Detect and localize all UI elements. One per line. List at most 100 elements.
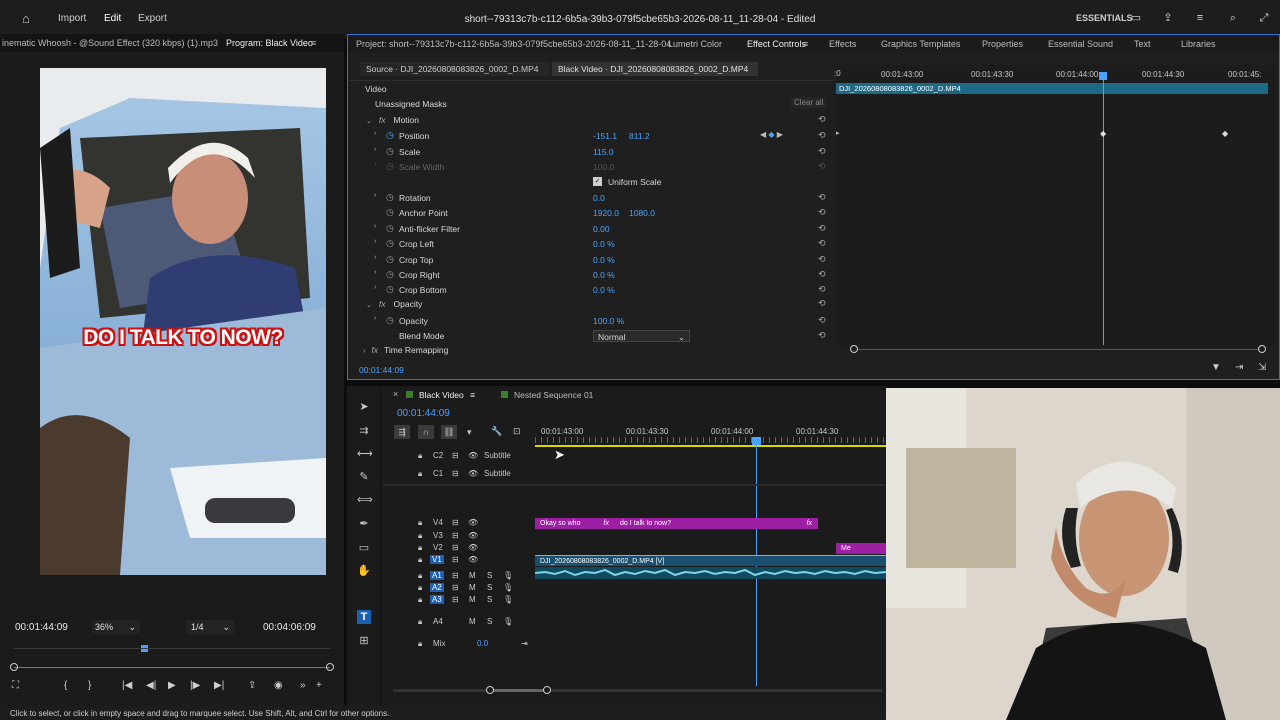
ec-clip-bar[interactable]: DJI_20260808083826_0002_D.MP4 — [836, 83, 1268, 94]
wrench-icon[interactable]: 🔧 — [491, 426, 502, 437]
clear-all-button[interactable]: Clear all — [791, 97, 827, 108]
lock-icon[interactable]: 🔒︎ — [418, 571, 422, 581]
reset-icon[interactable]: ⟲ — [818, 254, 826, 265]
stopwatch-icon[interactable]: ◷ — [386, 146, 394, 157]
captions-icon[interactable]: ⊡ — [513, 426, 521, 437]
track-v3[interactable]: 🔒︎ V3 ⊟ 👁︎ — [383, 531, 533, 543]
rectangle-tool-icon[interactable]: ▭ — [357, 541, 371, 555]
scrub-start-handle[interactable] — [10, 663, 18, 671]
blend-mode-dropdown[interactable]: Normal ⌄ — [593, 330, 690, 342]
crop-bottom-row[interactable]: › ◷ Crop Bottom 0.0 % ⟲ — [348, 283, 834, 298]
crop-top-value[interactable]: 0.0 % — [593, 255, 615, 265]
eye-icon[interactable]: 👁︎ — [468, 555, 478, 564]
lock-icon[interactable]: 🔒︎ — [418, 543, 422, 553]
track-a4[interactable]: 🔒︎ A4 M S 🎙︎ — [383, 617, 533, 629]
position-x-value[interactable]: -151.1 — [593, 131, 617, 141]
timeline-timecode[interactable]: 00:01:44:09 — [397, 408, 450, 419]
mark-in-icon[interactable]: { — [64, 680, 67, 691]
reset-icon[interactable]: ⟲ — [818, 207, 826, 218]
opacity-value[interactable]: 100.0 % — [593, 316, 624, 326]
track-c2[interactable]: 🔒︎ C2 ⊟ 👁︎ Subtitle — [383, 451, 533, 463]
eye-icon[interactable]: 👁︎ — [468, 531, 478, 540]
motion-reset-icon[interactable]: ⟲ — [818, 114, 826, 125]
workspace-label[interactable]: ESSENTIALS — [1076, 13, 1133, 23]
ec-playhead-marker[interactable] — [1099, 72, 1107, 80]
track-c1[interactable]: 🔒︎ C1 ⊟ 👁︎ Subtitle — [383, 469, 533, 481]
stopwatch-icon[interactable]: ◷ — [386, 130, 394, 141]
ec-zoom-handle-left[interactable] — [850, 345, 858, 353]
work-area-bar[interactable] — [535, 445, 886, 447]
stopwatch-icon[interactable]: ◷ — [386, 269, 394, 280]
track-v4[interactable]: 🔒︎ V4 ⊟ 👁︎ — [383, 518, 533, 530]
go-to-out-icon[interactable]: ▶| — [214, 680, 224, 691]
opacity-group-label[interactable]: ⌄ fx Opacity — [366, 299, 422, 309]
toggle-output-icon[interactable]: ⊟ — [452, 451, 459, 460]
mic-icon[interactable]: 🎙︎ — [503, 571, 513, 580]
track-v1[interactable]: 🔒︎ V1 ⊟ 👁︎ — [383, 555, 533, 567]
stopwatch-icon[interactable]: ◷ — [386, 254, 394, 265]
toggle-output-icon[interactable]: ⊟ — [452, 571, 459, 580]
video-clip[interactable]: DJI_20260808083826_0002_D.MP4 [V] — [535, 555, 886, 566]
solo-icon[interactable]: S — [487, 595, 492, 604]
properties-tab[interactable]: Properties — [982, 39, 1023, 49]
text-tab[interactable]: Text — [1134, 39, 1151, 49]
track-a3[interactable]: 🔒︎ A3 ⊟ M S 🎙︎ — [383, 595, 533, 607]
crop-right-row[interactable]: › ◷ Crop Right 0.0 % ⟲ — [348, 268, 834, 283]
timeline-close-icon[interactable]: × — [393, 389, 398, 399]
keyframe-icon[interactable]: ◆ — [1222, 129, 1228, 138]
ec-zoom-handle-right[interactable] — [1258, 345, 1266, 353]
program-timecode[interactable]: 00:01:44:09 — [15, 622, 68, 633]
position-y-value[interactable]: 811.2 — [629, 131, 650, 141]
selection-tool-icon[interactable]: ➤ — [357, 400, 371, 414]
ec-current-time[interactable]: 00:01:44:09 — [359, 365, 404, 375]
reset-icon[interactable]: ⟲ — [818, 269, 826, 280]
share-icon[interactable]: ⇪ — [1162, 12, 1174, 24]
time-remapping-label[interactable]: › fx Time Remapping — [363, 345, 448, 355]
opacity-row[interactable]: › ◷ Opacity 100.0 % ⟲ — [348, 314, 834, 329]
unassigned-masks-label[interactable]: Unassigned Masks — [375, 99, 447, 109]
stopwatch-icon[interactable]: ◷ — [386, 192, 394, 203]
settings-icon[interactable]: ⛶ — [12, 680, 19, 691]
ripple-icon[interactable]: ⇥ — [1235, 362, 1243, 373]
timeline-scroll-bar[interactable] — [393, 689, 883, 692]
crop-top-row[interactable]: › ◷ Crop Top 0.0 % ⟲ — [348, 253, 834, 268]
reset-icon[interactable]: ⟲ — [818, 284, 826, 295]
crop-left-value[interactable]: 0.0 % — [593, 239, 615, 249]
track-a2[interactable]: 🔒︎ A2 ⊟ M S 🎙︎ — [383, 583, 533, 595]
scrub-end-handle[interactable] — [326, 663, 334, 671]
toggle-output-icon[interactable]: ⊟ — [452, 518, 459, 527]
tab-menu-icon[interactable]: ≡ — [470, 390, 475, 400]
solo-icon[interactable]: S — [487, 583, 492, 592]
crop-right-value[interactable]: 0.0 % — [593, 270, 615, 280]
toggle-output-icon[interactable]: ⊟ — [452, 595, 459, 604]
ec-playhead[interactable] — [1103, 75, 1104, 345]
crop-bottom-value[interactable]: 0.0 % — [593, 285, 615, 295]
lock-icon[interactable]: 🔒︎ — [418, 617, 422, 627]
project-tab[interactable]: Project: short--79313c7b-c112-6b5a-39b3-… — [356, 39, 671, 49]
toggle-output-icon[interactable]: ⊟ — [452, 469, 459, 478]
hand-tool-icon[interactable]: ✋ — [357, 564, 371, 578]
essential-sound-tab[interactable]: Essential Sound — [1048, 39, 1113, 49]
lock-icon[interactable]: 🔒︎ — [418, 469, 422, 479]
lock-icon[interactable]: 🔒︎ — [418, 451, 422, 461]
mute-icon[interactable]: M — [469, 571, 476, 580]
keyframe-icon[interactable]: ◆ — [1100, 129, 1106, 138]
program-menu-icon[interactable]: ≡ — [311, 38, 316, 48]
mute-icon[interactable]: M — [469, 595, 476, 604]
mic-icon[interactable]: 🎙︎ — [503, 617, 513, 626]
anchor-point-row[interactable]: ◷ Anchor Point 1920.0 1080.0 ⟲ — [348, 206, 834, 221]
reset-icon[interactable]: ⟲ — [818, 223, 826, 234]
scale-value[interactable]: 115.0 — [593, 147, 614, 157]
mic-icon[interactable]: 🎙︎ — [503, 595, 513, 604]
fullscreen-icon[interactable]: ⤢ — [1258, 12, 1270, 24]
ripple-edit-icon[interactable]: ⟷ — [357, 447, 373, 461]
zoom-dropdown[interactable]: 36% ⌄ — [92, 620, 140, 634]
more-icon[interactable]: » — [300, 680, 306, 691]
stopwatch-icon[interactable]: ◷ — [386, 284, 394, 295]
position-row[interactable]: › ◷ Position -151.1 811.2 ◀ ◆ ▶ ⟲ — [348, 129, 834, 144]
stopwatch-icon[interactable]: ◷ — [386, 207, 394, 218]
effects-tab[interactable]: Effects — [829, 39, 856, 49]
track-mix[interactable]: 🔒︎ Mix 0.0 ⇥ — [383, 639, 533, 651]
razor-tool-icon[interactable]: ✎ — [357, 470, 371, 484]
lock-icon[interactable]: 🔒︎ — [418, 583, 422, 593]
